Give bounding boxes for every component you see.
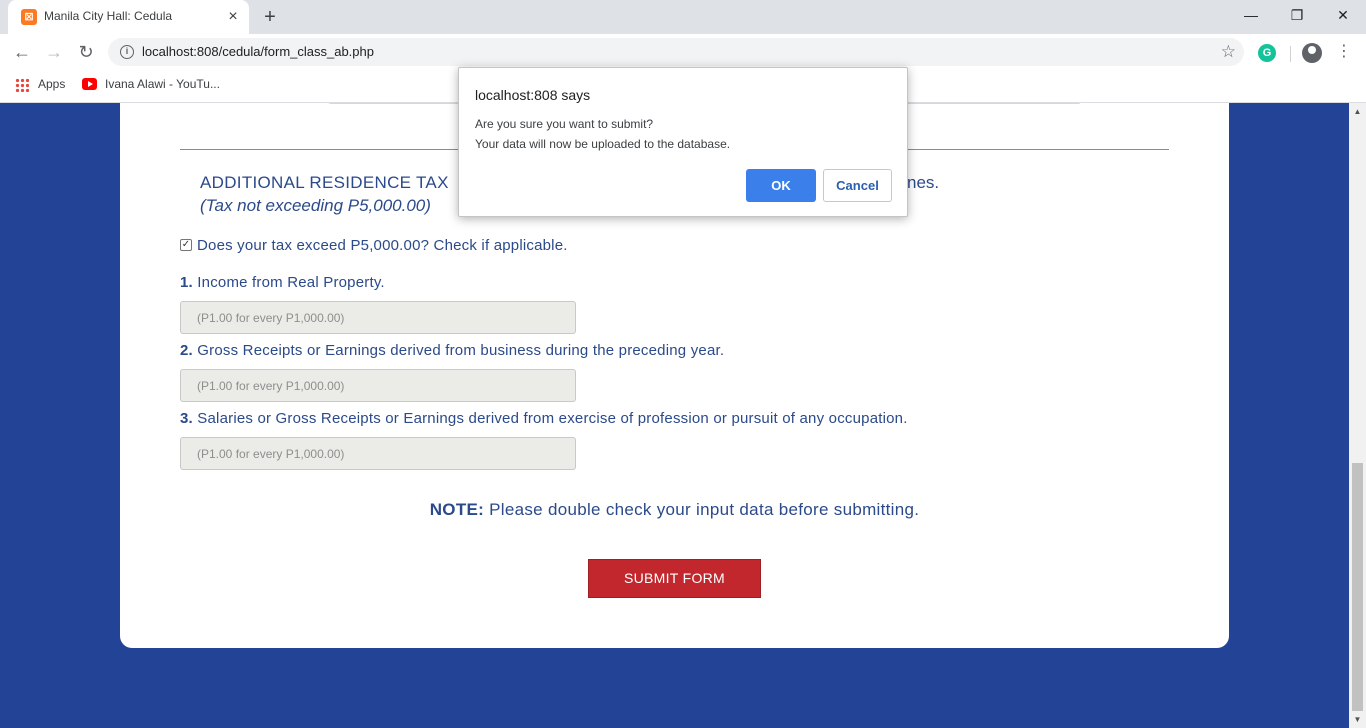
input-placeholder: (P1.00 for every P1,000.00) — [197, 447, 345, 461]
question-number: 2. — [180, 342, 193, 359]
grammarly-extension-icon[interactable]: G — [1258, 44, 1276, 62]
dialog-ok-button[interactable]: OK — [746, 169, 816, 202]
submit-form-button[interactable]: SUBMIT FORM — [588, 559, 761, 598]
new-tab-button[interactable]: + — [259, 6, 281, 28]
question-text: Gross Receipts or Earnings derived from … — [197, 342, 725, 359]
youtube-icon[interactable] — [82, 78, 97, 90]
note-text: NOTE: Please double check your input dat… — [120, 500, 1229, 520]
tax-exceed-checkbox-label[interactable]: Does your tax exceed P5,000.00? Check if… — [197, 237, 568, 254]
confirm-dialog: localhost:808 says Are you sure you want… — [458, 67, 908, 217]
business-receipts-input[interactable]: (P1.00 for every P1,000.00) — [180, 369, 576, 402]
real-property-income-input[interactable]: (P1.00 for every P1,000.00) — [180, 301, 576, 334]
dialog-message-line-2: Your data will now be uploaded to the da… — [475, 137, 731, 151]
bookmark-star-icon[interactable]: ☆ — [1221, 42, 1236, 62]
bookmark-apps[interactable]: Apps — [38, 77, 65, 91]
question-1-label: 1. Income from Real Property. — [180, 274, 385, 291]
section-subtitle: (Tax not exceeding P5,000.00) — [200, 196, 431, 215]
tax-exceed-checkbox[interactable]: ✓ — [180, 239, 192, 251]
url-text[interactable]: localhost:808/cedula/form_class_ab.php — [142, 44, 374, 59]
forward-button[interactable]: → — [42, 40, 66, 64]
browser-menu-icon[interactable]: ⋮ — [1336, 42, 1352, 62]
question-text: Income from Real Property. — [197, 274, 385, 291]
dialog-title: localhost:808 says — [475, 87, 591, 103]
close-window-button[interactable]: ✕ — [1330, 4, 1356, 26]
bookmark-youtube[interactable]: Ivana Alawi - YouTu... — [105, 77, 220, 91]
dialog-message-line-1: Are you sure you want to submit? — [475, 117, 654, 131]
toolbar-divider — [1290, 46, 1291, 62]
minimize-window-button[interactable]: — — [1238, 4, 1264, 26]
scroll-up-arrow-icon[interactable]: ▲ — [1349, 103, 1366, 120]
tab-strip: ⊠ Manila City Hall: Cedula × + — ❐ ✕ — [0, 0, 1366, 34]
scrollbar-thumb[interactable] — [1352, 463, 1363, 711]
address-bar[interactable]: i localhost:808/cedula/form_class_ab.php… — [108, 38, 1244, 66]
section-title: ADDITIONAL RESIDENCE TAX — [200, 173, 449, 192]
profile-avatar-icon[interactable] — [1302, 43, 1322, 63]
input-placeholder: (P1.00 for every P1,000.00) — [197, 379, 345, 393]
question-text: Salaries or Gross Receipts or Earnings d… — [197, 410, 908, 427]
tab-title: Manila City Hall: Cedula — [44, 9, 173, 23]
note-label: NOTE: — [429, 500, 485, 519]
restore-window-button[interactable]: ❐ — [1284, 4, 1310, 26]
tab-close-icon[interactable]: × — [225, 9, 241, 25]
dialog-cancel-button[interactable]: Cancel — [823, 169, 892, 202]
input-placeholder: (P1.00 for every P1,000.00) — [197, 311, 345, 325]
question-2-label: 2. Gross Receipts or Earnings derived fr… — [180, 342, 724, 359]
salaries-earnings-input[interactable]: (P1.00 for every P1,000.00) — [180, 437, 576, 470]
section-title-tail: nes. — [907, 173, 940, 192]
reload-button[interactable]: ↻ — [74, 40, 98, 64]
back-button[interactable]: ← — [10, 40, 34, 64]
note-message: Please double check your input data befo… — [489, 500, 920, 519]
page-scrollbar[interactable]: ▲ ▼ — [1349, 103, 1366, 728]
scroll-down-arrow-icon[interactable]: ▼ — [1349, 711, 1366, 728]
browser-tab-active[interactable]: ⊠ Manila City Hall: Cedula × — [8, 0, 249, 34]
question-number: 3. — [180, 410, 193, 427]
browser-toolbar: ← → ↻ i localhost:808/cedula/form_class_… — [0, 34, 1366, 70]
xampp-favicon-icon: ⊠ — [21, 9, 37, 25]
question-number: 1. — [180, 274, 193, 291]
question-3-label: 3. Salaries or Gross Receipts or Earning… — [180, 410, 908, 427]
site-info-icon[interactable]: i — [120, 45, 134, 59]
apps-grid-icon[interactable] — [15, 78, 29, 92]
